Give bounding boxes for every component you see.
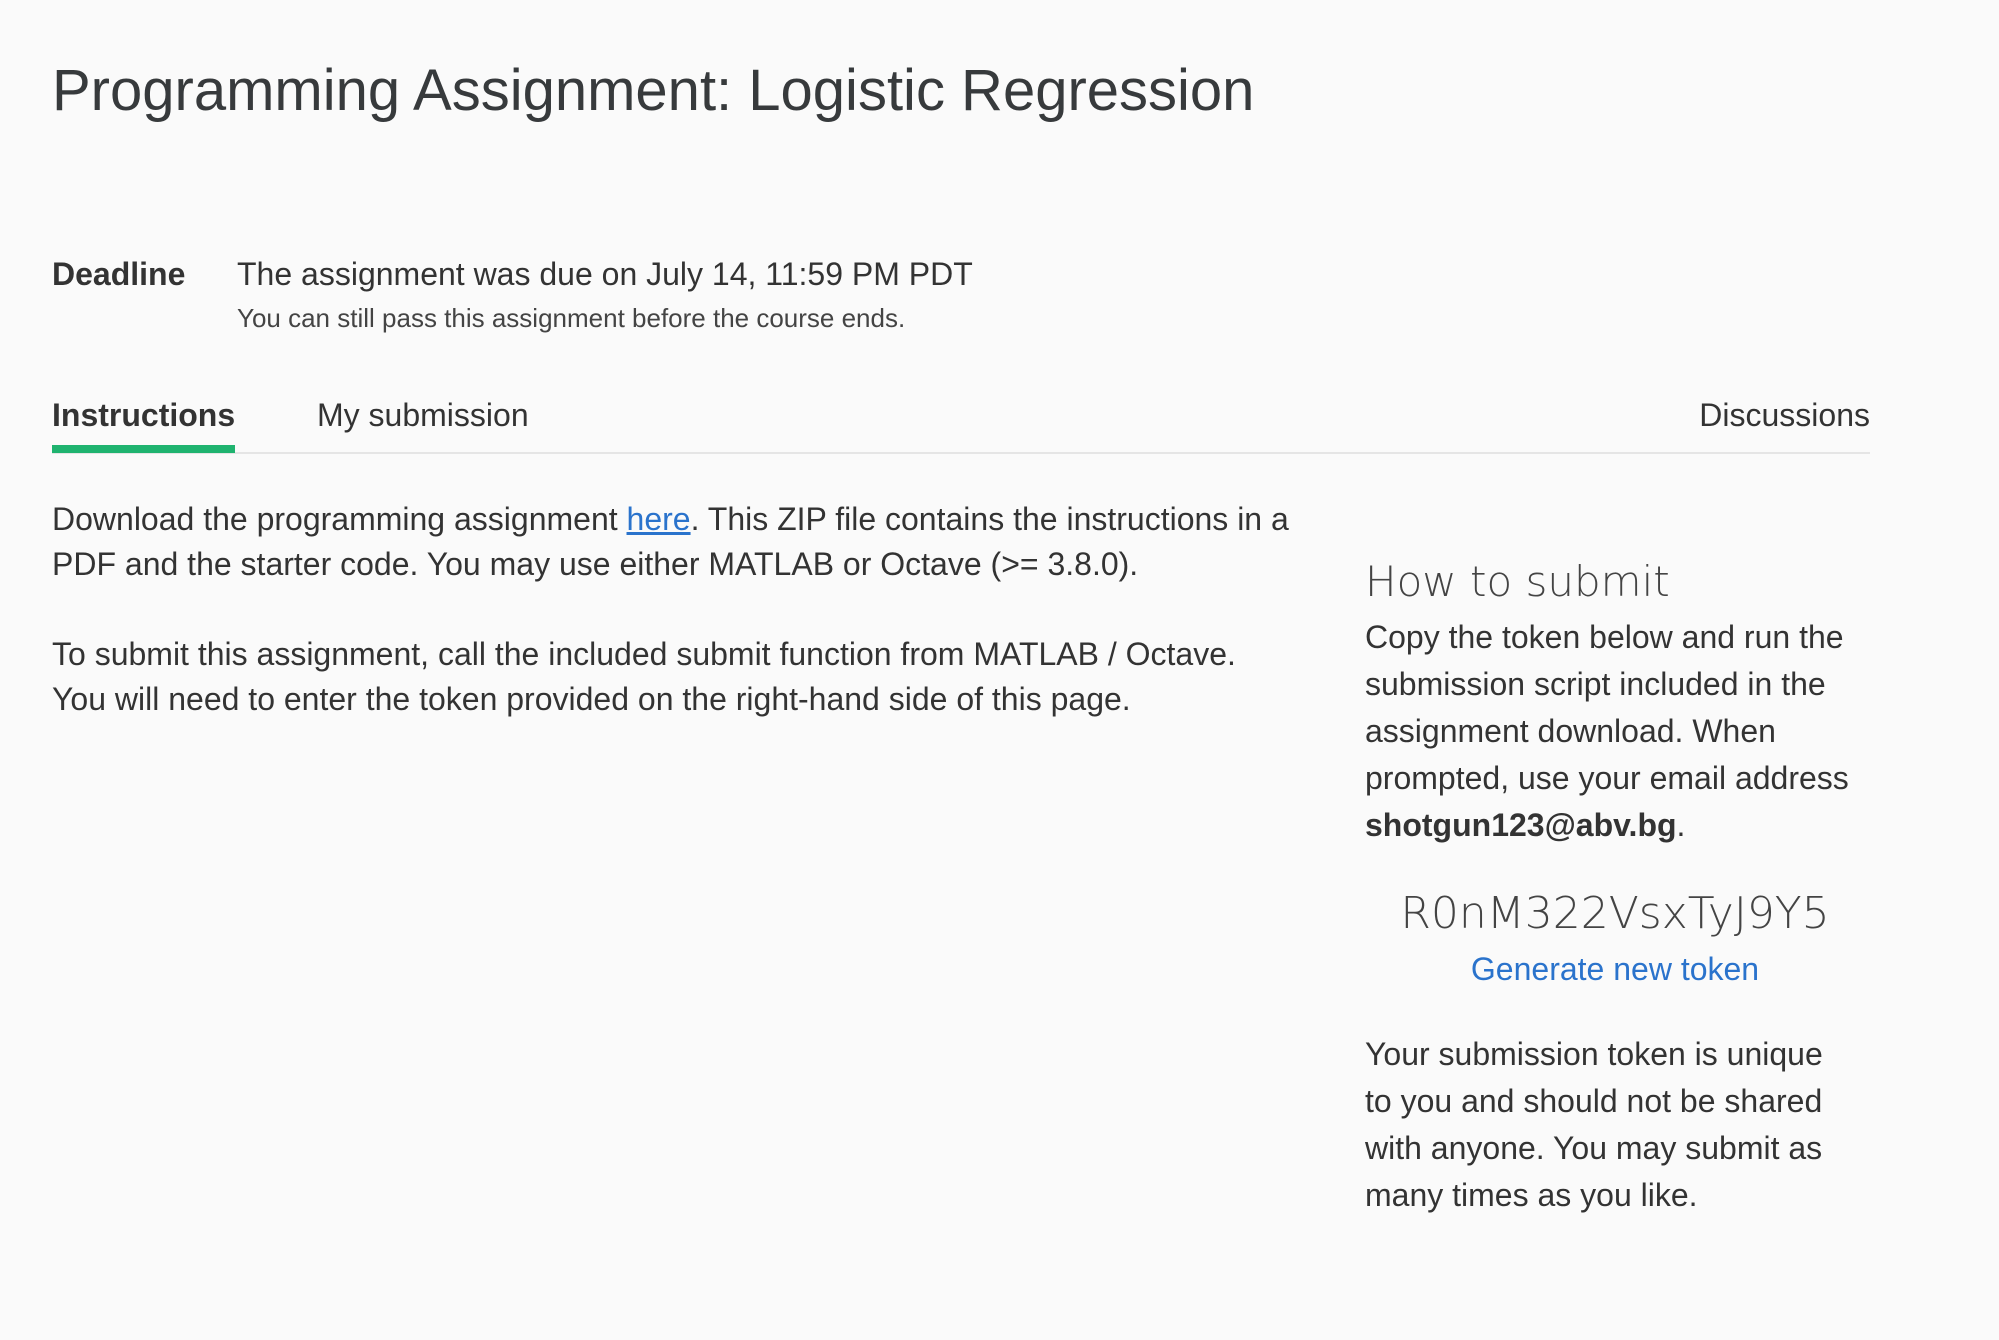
deadline-subtext: You can still pass this assignment befor… <box>237 303 906 333</box>
submission-token[interactable]: R0nM322VsxTyJ9Y5 <box>1365 883 1865 945</box>
deadline-text: The assignment was due on July 14, 11:59… <box>237 256 973 292</box>
tab-my-submission[interactable]: My submission <box>317 380 529 452</box>
instructions-content: Download the programming assignment here… <box>52 497 1292 767</box>
user-email: shotgun123@abv.bg <box>1365 807 1677 843</box>
tab-instructions[interactable]: Instructions <box>52 380 236 453</box>
page-title: Programming Assignment: Logistic Regress… <box>52 58 1255 123</box>
generate-new-token-link[interactable]: Generate new token <box>1471 951 1759 987</box>
email-suffix: . <box>1676 807 1686 843</box>
deadline-label: Deadline <box>52 256 186 292</box>
how-to-submit-title: How to submit <box>1365 557 1670 606</box>
download-here-link[interactable]: here <box>627 501 691 537</box>
how-to-submit-text: Copy the token below and run the submiss… <box>1365 614 1925 849</box>
submit-paragraph: To submit this assignment, call the incl… <box>52 636 1236 717</box>
download-text: Download the programming assignment <box>52 501 627 537</box>
how-to-submit-instructions: Copy the token below and run the submiss… <box>1365 619 1849 796</box>
token-note: Your submission token is unique to you a… <box>1365 1036 1823 1213</box>
download-paragraph: Download the programming assignment here… <box>52 497 1292 587</box>
generate-token-wrapper: Generate new token <box>1365 945 1865 993</box>
deadline-details: The assignment was due on July 14, 11:59… <box>237 250 973 336</box>
tab-discussions[interactable]: Discussions <box>1699 380 1870 452</box>
tab-bar: Instructions My submission Discussions <box>52 380 1870 454</box>
deadline-section: Deadline The assignment was due on July … <box>52 250 973 336</box>
how-to-submit-panel: How to submit Copy the token below and r… <box>1365 550 1925 1219</box>
